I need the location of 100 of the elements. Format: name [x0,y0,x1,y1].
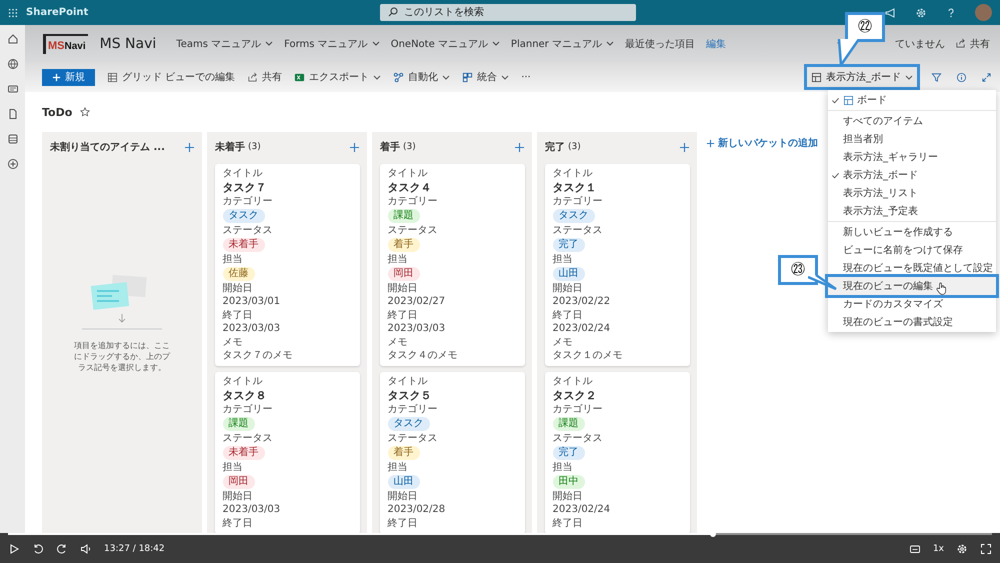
favorite-star-icon[interactable] [80,107,90,117]
plus-icon [706,138,715,148]
field-value: 2023/02/28 [388,504,446,516]
add-circle-icon[interactable] [6,158,18,170]
app-launcher-icon[interactable] [8,8,18,18]
empty-state-text: 項目を追加するには、ここにドラッグするか、上のプラス記号を選択します。 [73,340,172,374]
field-label: カテゴリー [388,404,438,416]
add-icon[interactable] [680,142,689,152]
nav-item[interactable]: 最近使った項目 [624,36,695,50]
app-name[interactable]: SharePoint [26,7,346,18]
menu-item[interactable]: 表示方法_ボード [828,166,996,184]
more-button[interactable]: ··· [521,72,531,82]
search-icon [388,7,398,17]
tag: 着手 [388,446,420,460]
field-label: 終了日 [222,310,252,322]
globe-icon[interactable] [6,58,18,70]
captions-icon[interactable] [908,543,921,555]
tag: 佐藤 [222,267,254,281]
nav-item[interactable]: Planner マニュアル [510,36,614,50]
task-card[interactable]: タイトル タスク２ カテゴリー 課題 ステータス 完了 担当 田中 開始日 2023/02/24 終了日 [544,372,690,534]
menu-item[interactable]: 表示方法_リスト [828,184,996,202]
field-value: 2023/03/01 [222,296,280,308]
fullscreen-icon[interactable] [980,543,992,555]
grid-icon [107,72,118,82]
task-card[interactable]: タイトル タスク５ カテゴリー タスク ステータス 着手 担当 山田 開始日 2023/02/28 終了日 [380,372,524,534]
field-label: タイトル [222,168,262,180]
menu-item[interactable]: 現在のビューを既定値として設定 [828,259,996,277]
field-label: タイトル [552,168,592,180]
new-button[interactable]: 新規 [42,68,95,86]
forward-icon[interactable] [56,543,68,555]
menu-item[interactable]: 表示方法_ギャラリー [828,148,996,166]
site-logo[interactable]: MSNavi [43,34,88,54]
settings-icon[interactable] [915,6,927,18]
news-icon[interactable] [6,83,18,95]
info-icon[interactable] [956,72,967,82]
field-label: ステータス [552,225,602,237]
flow-icon [393,72,404,82]
card-title: タスク７ [222,181,266,194]
list-icon[interactable] [6,133,18,145]
expand-icon[interactable] [981,72,992,82]
command-button[interactable]: 統合 [462,70,510,84]
task-card[interactable]: タイトル タスク７ カテゴリー タスク ステータス 未着手 担当 佐藤 開始日 2023/03/01 終了日 2023/03/03 メモ タスク７のメモ [214,164,360,366]
field-label: ステータス [388,225,438,237]
document-icon[interactable] [6,108,18,120]
nav-item[interactable]: Teams マニュアル [176,36,274,50]
menu-item[interactable]: 新しいビューを作成する [828,223,996,241]
menu-item[interactable]: カードのカスタマイズ [828,295,996,313]
task-card[interactable]: タイトル タスク１ カテゴリー タスク ステータス 完了 担当 山田 開始日 2023/02/22 終了日 2023/02/24 メモ タスク１のメモ [544,164,690,366]
playback-speed[interactable]: 1x [932,544,944,554]
task-card[interactable]: タイトル タスク８ カテゴリー 課題 ステータス 未着手 担当 岡田 開始日 2023/03/03 終了日 [214,372,360,534]
site-title[interactable]: MS Navi [100,36,156,52]
search-field[interactable]: このリストを検索 [380,4,636,21]
command-button[interactable]: エクスポート [294,70,382,84]
menu-item[interactable]: すべてのアイテム [828,112,996,130]
home-icon[interactable] [6,33,18,45]
menu-item[interactable]: 現在のビューの書式設定 [828,313,996,331]
menu-item[interactable]: 表示方法_予定表 [828,202,996,220]
share-button[interactable]: 共有 [955,36,990,50]
field-value: 2023/03/03 [388,323,446,335]
menu-item[interactable]: ボード [828,91,996,109]
field-label: タイトル [388,168,428,180]
column-title: 完了 [545,140,565,154]
filter-icon[interactable] [931,72,942,82]
field-label: 終了日 [388,518,418,530]
volume-icon[interactable] [80,543,92,555]
menu-item[interactable]: 担当者別 [828,130,996,148]
nav-item[interactable]: Forms マニュアル [284,36,380,50]
field-label: 開始日 [552,491,582,503]
command-button[interactable]: グリッド ビューでの編集 [107,70,236,84]
follow-status[interactable]: ていません [895,36,945,50]
add-icon[interactable] [185,142,194,152]
add-icon[interactable] [350,142,359,152]
field-label: 担当 [552,462,572,474]
task-card[interactable]: タイトル タスク４ カテゴリー 課題 ステータス 着手 担当 岡田 開始日 2023/02/27 終了日 2023/03/03 メモ タスク４のメモ [380,164,524,366]
play-icon[interactable] [8,543,20,555]
megaphone-icon[interactable] [885,6,897,18]
view-switcher-button[interactable]: 表示方法_ボード [807,67,917,87]
add-bucket-button[interactable]: 新しいバケットの追加 [706,132,818,154]
item-count: (3) [248,142,261,152]
column-title: 着手 [380,140,400,154]
field-label: ステータス [388,433,438,445]
field-label: メモ [552,337,572,349]
add-icon[interactable] [515,142,524,152]
board-icon [811,72,822,82]
field-label: タイトル [222,376,262,388]
item-count: (3) [568,142,581,152]
field-label: タイトル [552,376,592,388]
field-label: ステータス [552,433,602,445]
rewind-icon[interactable] [32,543,44,555]
command-button[interactable]: 共有 [247,70,282,84]
command-button[interactable]: 自動化 [393,70,450,84]
spreadsheet-icon [294,72,306,82]
nav-item[interactable]: OneNote マニュアル [390,36,500,50]
tag: 完了 [552,446,584,460]
tag: 着手 [388,238,420,252]
field-label: メモ [222,337,242,349]
field-value: タスク７のメモ [222,350,292,362]
chevron-down-icon [905,74,913,80]
share-icon [955,38,966,49]
item-count: (3) [403,142,416,152]
